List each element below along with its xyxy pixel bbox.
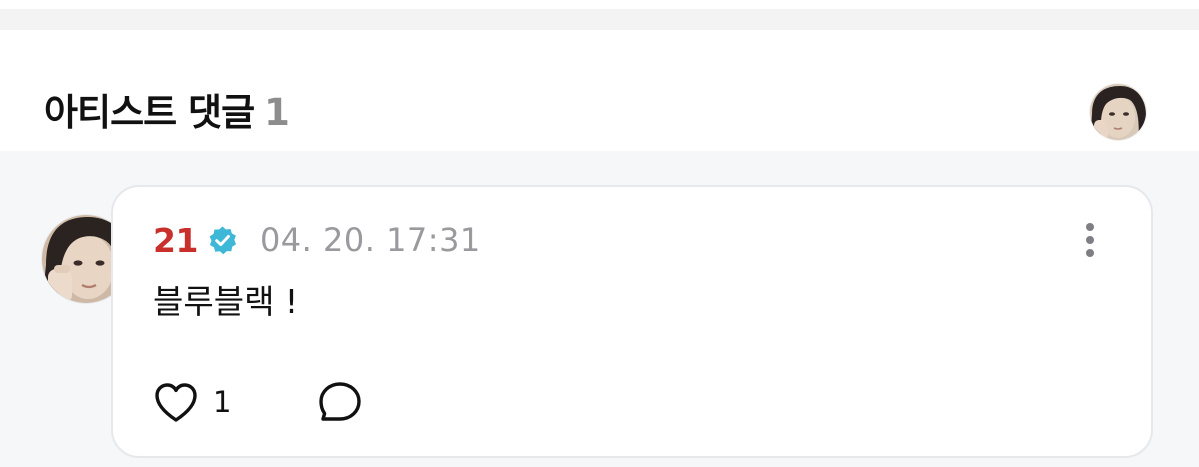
artist-comments-header: 아티스트 댓글 1 bbox=[0, 30, 1199, 151]
section-title-text: 아티스트 댓글 bbox=[44, 91, 255, 134]
comment-text: 블루블랙 ! bbox=[153, 282, 299, 321]
top-divider-bar bbox=[0, 9, 1199, 30]
heart-outline-icon bbox=[153, 381, 199, 423]
speech-bubble-icon bbox=[319, 382, 361, 421]
section-title: 아티스트 댓글 1 bbox=[44, 88, 290, 138]
more-vertical-icon bbox=[1086, 223, 1094, 257]
more-options-button[interactable] bbox=[1076, 221, 1104, 259]
reply-button[interactable] bbox=[316, 378, 364, 426]
verified-badge-icon bbox=[207, 225, 238, 256]
artist-avatar[interactable] bbox=[1090, 84, 1146, 140]
like-count: 1 bbox=[213, 385, 232, 419]
section-comment-count: 1 bbox=[264, 91, 290, 134]
comment-timestamp: 04. 20. 17:31 bbox=[259, 221, 481, 259]
like-button[interactable]: 1 bbox=[153, 380, 231, 424]
comment-meta: 21 04. 20. 17:31 bbox=[153, 218, 481, 262]
comment-author-name[interactable]: 21 bbox=[153, 221, 198, 260]
